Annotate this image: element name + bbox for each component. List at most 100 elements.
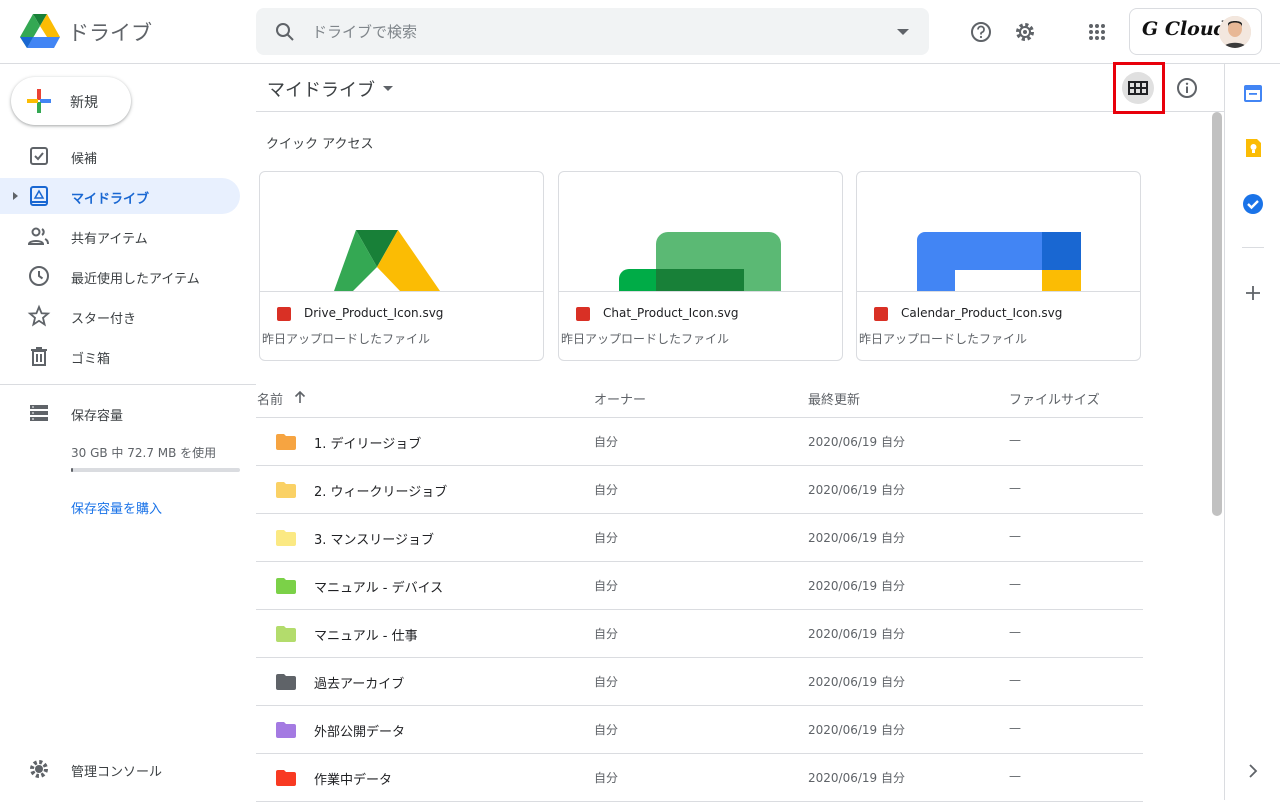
- sidebar-item-label: ゴミ箱: [71, 352, 111, 367]
- add-addon-icon[interactable]: [1242, 282, 1264, 304]
- sidebar-item-trash[interactable]: ゴミ箱: [0, 338, 240, 374]
- sidebar-item-recent[interactable]: 最近使用したアイテム: [0, 258, 240, 294]
- file-size: —: [1009, 769, 1021, 783]
- page-title[interactable]: マイドライブ: [267, 76, 375, 102]
- keep-icon[interactable]: [1242, 137, 1264, 159]
- file-modified: 2020/06/19 自分: [808, 771, 905, 785]
- title-dropdown-chevron-icon[interactable]: [383, 86, 393, 91]
- sidebar-item-starred[interactable]: スター付き: [0, 298, 240, 334]
- sidebar-item-my-drive[interactable]: マイドライブ: [0, 178, 240, 214]
- my-drive-icon: [30, 186, 48, 206]
- quick-access-card[interactable]: Drive_Product_Icon.svg 昨日アップロードしたファイル: [259, 171, 544, 361]
- file-size: —: [1009, 625, 1021, 639]
- file-modified: 2020/06/19 自分: [808, 435, 905, 449]
- table-row[interactable]: マニュアル - デバイス 自分 2020/06/19 自分 —: [256, 562, 1143, 610]
- table-row[interactable]: 外部公開データ 自分 2020/06/19 自分 —: [256, 706, 1143, 754]
- file-owner: 自分: [594, 627, 619, 641]
- folder-icon: [276, 482, 296, 498]
- card-separator: [260, 291, 543, 292]
- image-file-icon: [576, 307, 590, 321]
- image-file-icon: [277, 307, 291, 321]
- settings-button[interactable]: [1009, 16, 1041, 48]
- file-name: 3. マンスリージョブ: [314, 533, 435, 548]
- table-row[interactable]: 作業中データ 自分 2020/06/19 自分 —: [256, 754, 1143, 802]
- image-file-icon: [874, 307, 888, 321]
- file-name: Drive_Product_Icon.svg: [304, 306, 444, 320]
- file-thumbnail: [260, 172, 543, 291]
- storage-label: 保存容量: [71, 409, 124, 424]
- table-row[interactable]: 2. ウィークリージョブ 自分 2020/06/19 自分 —: [256, 466, 1143, 514]
- folder-icon: [276, 626, 296, 642]
- app-name: ドライブ: [68, 21, 152, 45]
- quick-access-title: クイック アクセス: [266, 137, 374, 152]
- buy-storage-link[interactable]: 保存容量を購入: [71, 498, 162, 517]
- table-row[interactable]: 過去アーカイブ 自分 2020/06/19 自分 —: [256, 658, 1143, 706]
- main-toolbar: マイドライブ: [256, 62, 1224, 114]
- table-row[interactable]: マニュアル - 仕事 自分 2020/06/19 自分 —: [256, 610, 1143, 658]
- search-icon[interactable]: [273, 20, 297, 44]
- drive-logo-icon[interactable]: [20, 14, 60, 50]
- help-button[interactable]: [965, 16, 997, 48]
- table-row[interactable]: 3. マンスリージョブ 自分 2020/06/19 自分 —: [256, 514, 1143, 562]
- file-owner: 自分: [594, 771, 619, 785]
- file-owner: 自分: [594, 483, 619, 497]
- sidebar-item-label: マイドライブ: [71, 192, 150, 207]
- folder-icon: [276, 674, 296, 690]
- trash-icon: [31, 347, 47, 366]
- search-bar[interactable]: [256, 8, 929, 55]
- file-size: —: [1009, 433, 1021, 447]
- table-row[interactable]: 1. デイリージョブ 自分 2020/06/19 自分 —: [256, 418, 1143, 466]
- clock-icon: [29, 266, 49, 286]
- sidebar-item-label: 管理コンソール: [71, 765, 163, 780]
- scrollbar[interactable]: [1212, 112, 1222, 516]
- apps-button[interactable]: [1081, 16, 1113, 48]
- sidebar-item-shared[interactable]: 共有アイテム: [0, 218, 240, 254]
- sort-arrow-up-icon[interactable]: [293, 390, 307, 404]
- file-thumbnail: [857, 172, 1140, 291]
- file-size: —: [1009, 529, 1021, 543]
- file-list-header: 名前 オーナー 最終更新 ファイルサイズ: [256, 379, 1143, 418]
- search-input[interactable]: [312, 8, 872, 55]
- file-owner: 自分: [594, 723, 619, 737]
- sidebar-item-storage[interactable]: 保存容量: [0, 395, 240, 431]
- new-button[interactable]: 新規: [11, 77, 131, 125]
- column-name[interactable]: 名前: [257, 389, 283, 408]
- column-size[interactable]: ファイルサイズ: [1009, 389, 1100, 408]
- help-icon: [971, 22, 991, 42]
- main-content: マイドライブ クイック アクセス Drive_Product_Icon.svg …: [256, 62, 1224, 802]
- file-name: 2. ウィークリージョブ: [314, 485, 448, 500]
- chevron-right-icon[interactable]: [1242, 760, 1264, 782]
- tasks-icon[interactable]: [1242, 193, 1264, 215]
- calendar-icon[interactable]: [1242, 82, 1264, 104]
- file-modified: 2020/06/19 自分: [808, 531, 905, 545]
- avatar[interactable]: [1219, 16, 1251, 48]
- column-modified[interactable]: 最終更新: [808, 389, 860, 408]
- info-icon: [1177, 78, 1197, 98]
- sidebar: 新規 候補 マイドライブ 共有アイテム 最近使用したアイテム スター付き ゴミ箱…: [0, 64, 256, 800]
- expand-arrow-icon[interactable]: [13, 192, 18, 200]
- sidebar-item-suggested[interactable]: 候補: [0, 138, 240, 174]
- side-panel-divider: [1242, 247, 1264, 248]
- file-name: 作業中データ: [314, 773, 393, 788]
- storage-usage-text: 30 GB 中 72.7 MB を使用: [71, 446, 217, 460]
- new-button-label: 新規: [70, 95, 98, 111]
- grid-view-button[interactable]: [1122, 72, 1154, 104]
- sidebar-item-label: 最近使用したアイテム: [71, 272, 200, 287]
- file-owner: 自分: [594, 675, 619, 689]
- file-modified: 2020/06/19 自分: [808, 627, 905, 641]
- quick-access-card[interactable]: Chat_Product_Icon.svg 昨日アップロードしたファイル: [558, 171, 843, 361]
- column-owner[interactable]: オーナー: [594, 389, 646, 408]
- storage-progress-fill: [71, 468, 73, 472]
- file-size: —: [1009, 577, 1021, 591]
- details-button[interactable]: [1171, 72, 1203, 104]
- apps-grid-icon: [1089, 24, 1105, 40]
- side-panel: [1224, 64, 1280, 800]
- people-icon: [27, 227, 49, 245]
- file-modified: 2020/06/19 自分: [808, 675, 905, 689]
- quick-access-card[interactable]: Calendar_Product_Icon.svg 昨日アップロードしたファイル: [856, 171, 1141, 361]
- search-options-chevron-icon[interactable]: [897, 29, 909, 35]
- file-thumbnail: [559, 172, 842, 291]
- account-switcher[interactable]: G Cloud: [1129, 8, 1262, 55]
- file-name: 外部公開データ: [314, 725, 406, 740]
- sidebar-item-admin-console[interactable]: 管理コンソール: [0, 751, 240, 787]
